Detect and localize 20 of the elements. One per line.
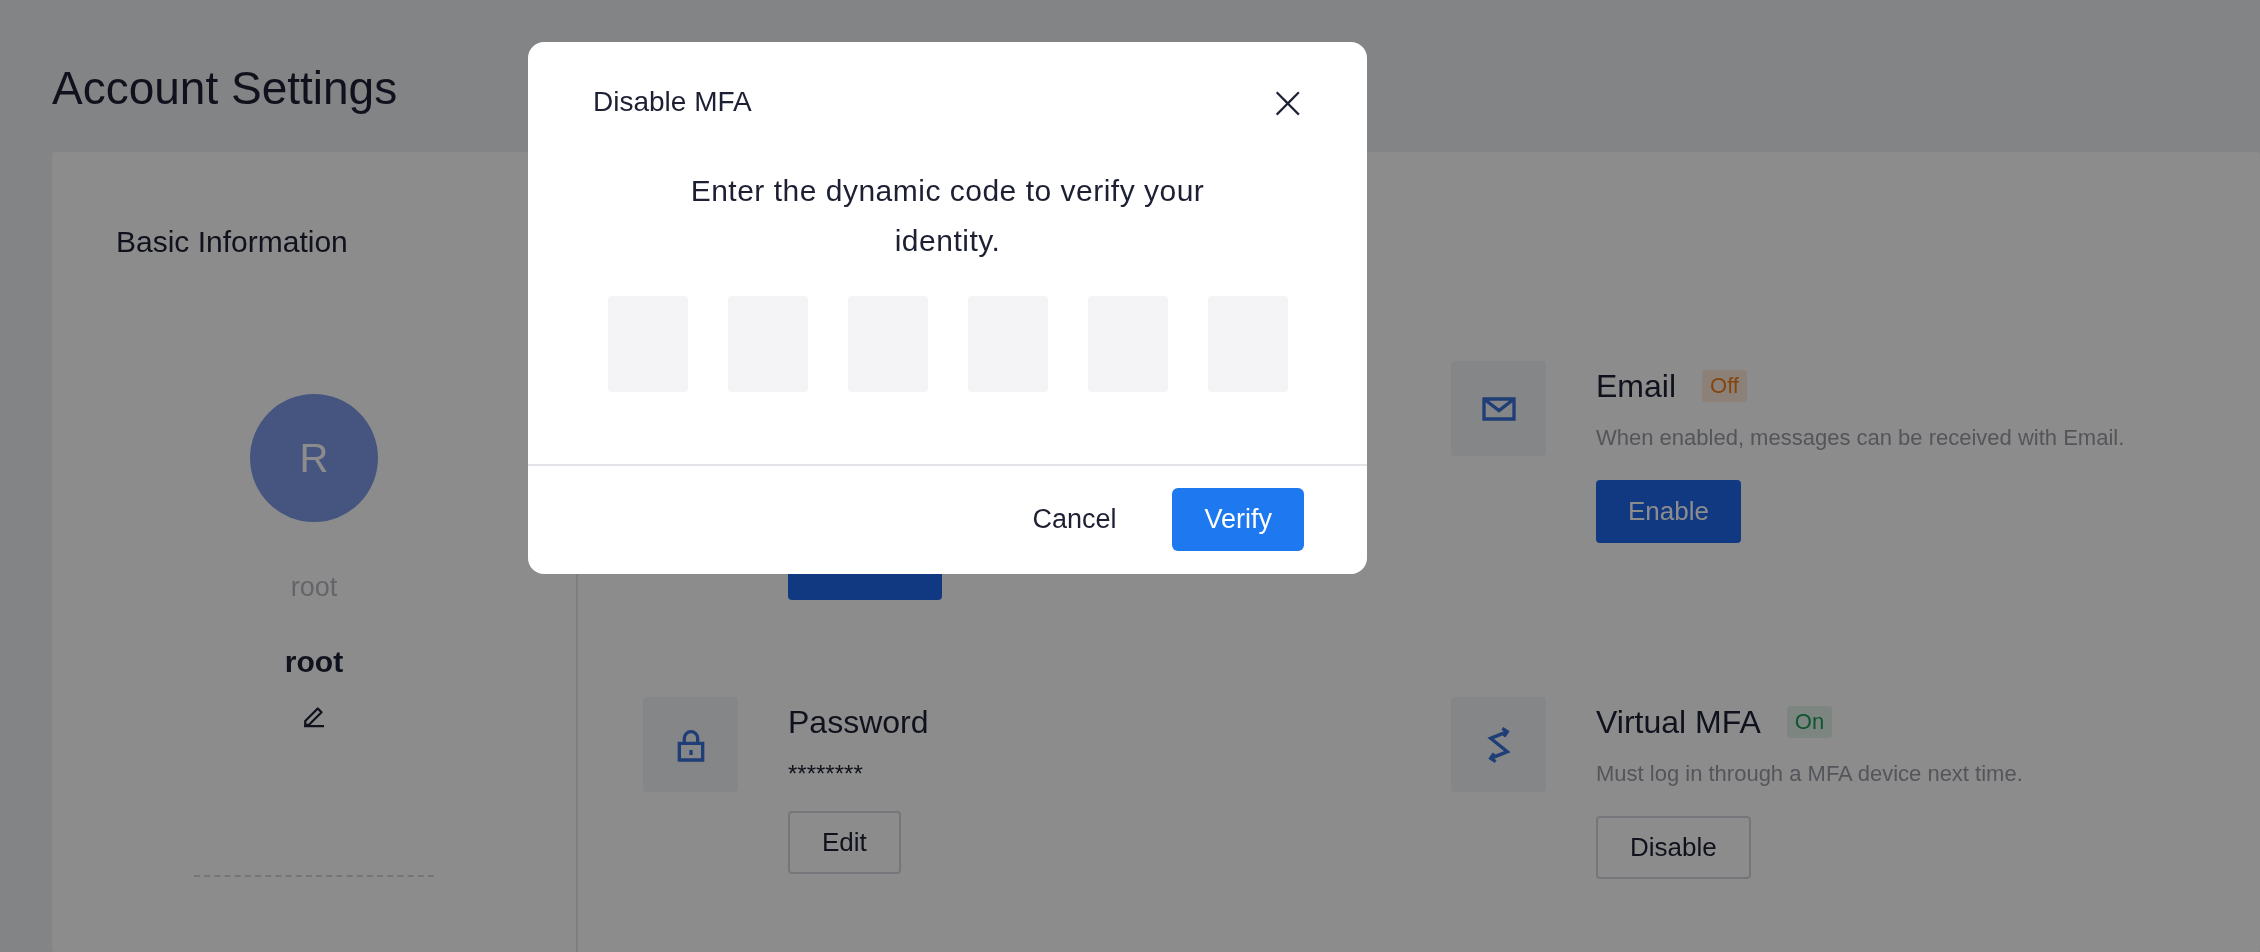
avatar: R [250, 394, 378, 522]
dialog-message: Enter the dynamic code to verify your identity. [689, 173, 1206, 259]
section-heading: Basic Information [116, 224, 348, 260]
close-button[interactable]: × [1268, 79, 1307, 125]
verify-button[interactable]: Verify [1172, 488, 1304, 551]
item-title: Email [1596, 367, 1676, 405]
masked-password: ******** [788, 759, 863, 789]
item-title: Virtual MFA [1596, 703, 1761, 741]
enable-button[interactable]: Enable [1596, 480, 1741, 543]
cancel-button[interactable]: Cancel [1032, 488, 1117, 551]
action-button[interactable]: Disable [1596, 816, 1751, 879]
dialog-title: Disable MFA [593, 86, 752, 118]
display-name: root [284, 645, 344, 679]
item-description: When enabled, messages can be received with Email. [1596, 424, 2125, 452]
status-tag: Off [1702, 370, 1747, 402]
status-tag: On [1786, 706, 1833, 738]
action-button[interactable]: Edit [788, 811, 901, 874]
item-title: Password [788, 703, 929, 741]
item-description: Must log in through a MFA device next time. [1596, 760, 2023, 788]
page-title: Account Settings [52, 61, 398, 116]
